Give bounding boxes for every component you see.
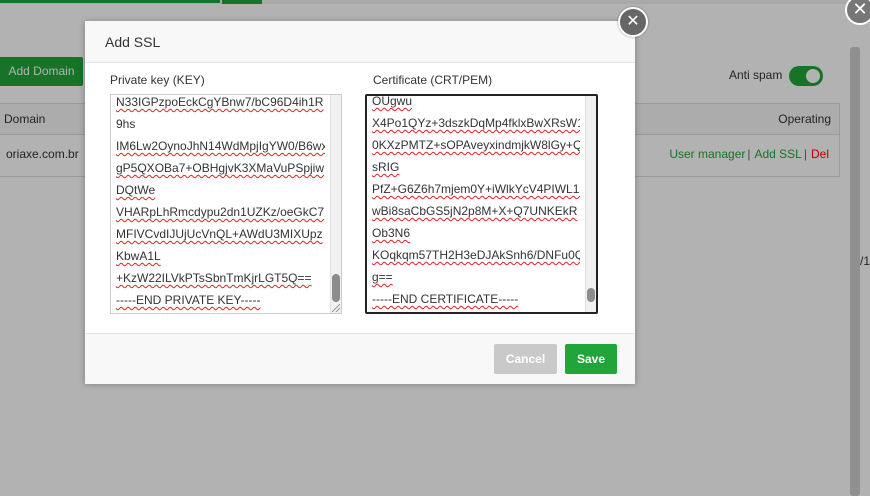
text-line: -----END PRIVATE KEY----- (116, 293, 261, 307)
resize-handle-icon[interactable] (332, 304, 340, 312)
certificate-textarea[interactable]: OUgwu X4Po1QYz+3dszkDqMp4fklxBwXRsW1 0KX… (365, 94, 598, 314)
scrollbar-thumb[interactable] (332, 274, 340, 302)
scrollbar-thumb[interactable] (587, 288, 595, 302)
text-line: 0KXzPMTZ+sOPAveyxindmjkW8lGy+Q (372, 138, 580, 152)
save-button[interactable]: Save (565, 344, 617, 374)
add-ssl-dialog: Add SSL ✕ Private key (KEY) Certificate … (85, 7, 648, 384)
text-line: VHARpLhRmcdypu2dn1UZKz/oeGkC7 (116, 205, 325, 219)
certificate-content: OUgwu X4Po1QYz+3dszkDqMp4fklxBwXRsW1 0KX… (372, 94, 580, 310)
text-line: N33IGPzpoEckCgYBnw7/bC96D4ih1R (116, 95, 324, 109)
text-line: 9hs (116, 117, 136, 131)
private-key-scrollbar[interactable] (330, 95, 341, 313)
certificate-label: Certificate (CRT/PEM) (373, 73, 493, 87)
dialog-footer: Cancel Save (85, 333, 635, 384)
private-key-textarea[interactable]: N33IGPzpoEckCgYBnw7/bC96D4ih1R 9hs IM6Lw… (110, 94, 342, 314)
text-line: OUgwu (372, 94, 413, 108)
text-line: KOqkqm57TH2H3eDJAkSnh6/DNFu0Q (372, 248, 580, 262)
text-line: sRIG (372, 160, 400, 174)
text-line: Ob3N6 (372, 226, 411, 240)
text-line: g== (372, 270, 393, 284)
text-line: wBi8saCbGS5jN2p8M+X+Q7UNKEkR (372, 204, 578, 218)
close-icon[interactable]: ✕ (618, 7, 648, 37)
private-key-content: N33IGPzpoEckCgYBnw7/bC96D4ih1R 9hs IM6Lw… (116, 95, 325, 311)
text-line: PfZ+G6Z6h7mjem0Y+iWlkYcV4PIWL1i (372, 182, 580, 196)
text-line: gP5QXOBa7+OBHgjvK3XMaVuPSpjiw (116, 161, 324, 175)
text-line: DQtWe (116, 183, 156, 197)
text-line: -----END CERTIFICATE----- (372, 292, 519, 306)
dialog-title: Add SSL (105, 34, 161, 50)
text-line: X4Po1QYz+3dszkDqMp4fklxBwXRsW1 (372, 116, 580, 130)
text-line: +KzW22ILVkPTsSbnTmKjrLGT5Q== (116, 271, 312, 285)
private-key-label: Private key (KEY) (110, 73, 205, 87)
text-line: KbwA1L (116, 249, 161, 263)
cancel-button[interactable]: Cancel (494, 344, 557, 374)
text-line: IM6Lw2OynoJhN14WdMpjIgYW0/B6wx (116, 139, 325, 153)
dialog-header: Add SSL (85, 21, 635, 63)
certificate-scrollbar[interactable] (585, 96, 596, 312)
text-line: MFIVCvdIJUjUcVnQL+AWdU3MIXUpz (116, 227, 323, 241)
